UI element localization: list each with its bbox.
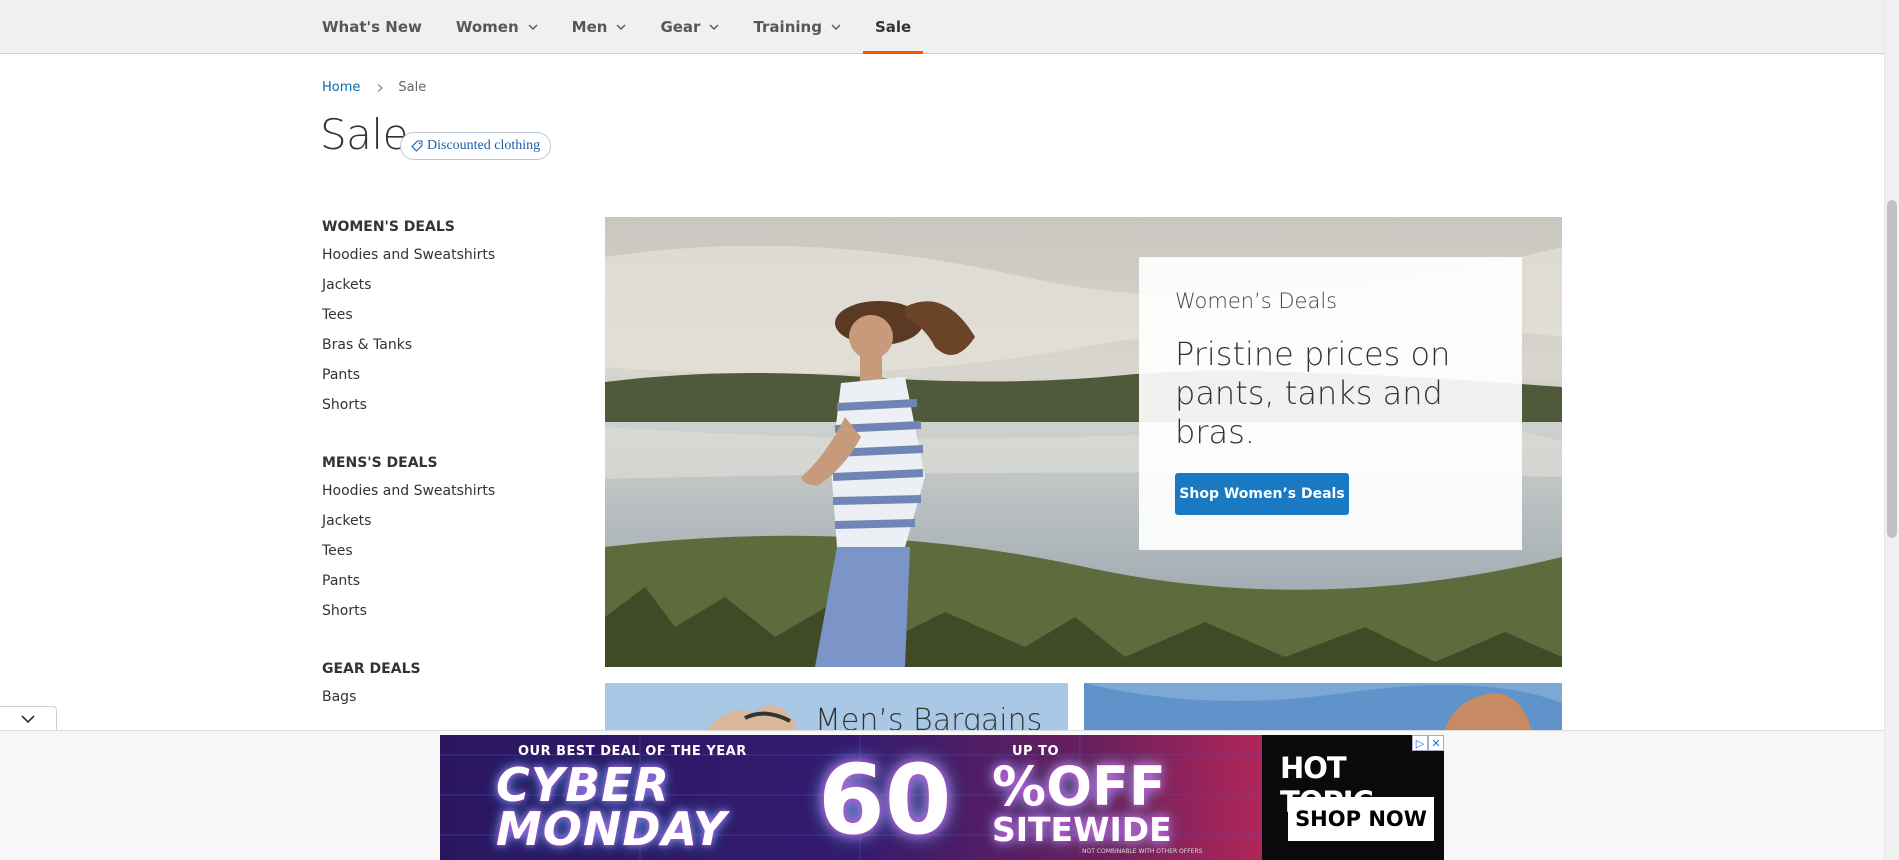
ad-controls: ▷ ✕ <box>1412 735 1444 751</box>
sidebar-link-mens-hoodies-and-sweatshirts[interactable]: Hoodies and Sweatshirts <box>322 476 572 506</box>
nav-item-label: Gear <box>660 18 701 36</box>
gear-deals-heading: GEAR DEALS <box>322 661 421 677</box>
chevron-down-icon <box>616 24 626 30</box>
ad-info-icon[interactable]: ▷ <box>1412 735 1428 751</box>
breadcrumb: Home Sale <box>322 80 426 95</box>
discount-tag[interactable]: Discounted clothing <box>400 132 552 160</box>
ad-monday-text: MONDAY <box>496 802 728 856</box>
mens-bargains-tile[interactable]: Men’s Bargains <box>605 683 1068 733</box>
cyber-monday-ad[interactable]: OUR BEST DEAL OF THE YEAR CYBER MONDAY U… <box>440 735 1444 860</box>
discount-tag-label: Discounted clothing <box>427 138 541 153</box>
shop-womens-deals-button[interactable]: Shop Women’s Deals <box>1175 473 1349 515</box>
top-navigation: What's New Women Men Gear Training Sale <box>0 0 1884 54</box>
tag-icon <box>411 140 423 152</box>
sidebar-link-womens-hoodies-and-sweatshirts[interactable]: Hoodies and Sweatshirts <box>322 240 572 270</box>
womens-deals-group: WOMEN'S DEALS Hoodies and Sweatshirts Jac… <box>322 214 572 420</box>
womens-deals-heading: WOMEN'S DEALS <box>322 219 455 235</box>
nav-item-label: Sale <box>874 18 912 36</box>
promo-eyebrow: Women’s Deals <box>1175 289 1338 313</box>
scrollbar-thumb[interactable] <box>1887 200 1897 538</box>
page-scrollbar[interactable] <box>1884 0 1899 860</box>
breadcrumb-home-link[interactable]: Home <box>322 80 360 95</box>
breadcrumb-current: Sale <box>398 80 427 95</box>
ad-sitewide: SITEWIDE <box>992 810 1172 849</box>
nav-item-label: Men <box>571 18 608 36</box>
ad-close-icon[interactable]: ✕ <box>1428 735 1444 751</box>
chevron-down-icon <box>528 24 538 30</box>
mens-deals-group: MENS'S DEALS Hoodies and Sweatshirts Jack… <box>322 450 572 626</box>
sidebar-link-womens-bras-tanks[interactable]: Bras & Tanks <box>322 330 572 360</box>
chevron-down-icon <box>21 715 35 724</box>
ad-fine-print: NOT COMBINABLE WITH OTHER OFFERS <box>1082 848 1203 855</box>
promo-tile-right[interactable] <box>1084 683 1562 733</box>
ad-percent-off: %OFF <box>992 755 1166 818</box>
sky-photo <box>1084 683 1562 733</box>
collapse-ad-button[interactable] <box>0 706 57 732</box>
sidebar-link-mens-shorts[interactable]: Shorts <box>322 596 572 626</box>
nav-menu: What's New Women Men Gear Training Sale <box>322 0 945 54</box>
sidebar-link-gear-bags[interactable]: Bags <box>322 682 572 712</box>
nav-item-training[interactable]: Training <box>753 0 841 54</box>
promo-card: Women’s Deals Pristine prices on pants, … <box>1139 257 1522 550</box>
sidebar-link-mens-tees[interactable]: Tees <box>322 536 572 566</box>
ad-cyber-monday: CYBER MONDAY <box>496 758 728 856</box>
sidebar-link-womens-tees[interactable]: Tees <box>322 300 572 330</box>
gear-deals-group: GEAR DEALS Bags <box>322 656 572 712</box>
promo-headline: Pristine prices on pants, tanks and bras… <box>1175 335 1451 451</box>
chevron-down-icon <box>709 24 719 30</box>
nav-item-what-s-new[interactable]: What's New <box>322 0 422 54</box>
sidebar-link-womens-shorts[interactable]: Shorts <box>322 390 572 420</box>
nav-item-sale[interactable]: Sale <box>862 0 924 54</box>
ad-cyber-text: CYBER <box>496 758 670 812</box>
nav-item-label: What's New <box>322 18 422 36</box>
ad-sixty: 60 <box>818 744 952 856</box>
sidebar-link-womens-pants[interactable]: Pants <box>322 360 572 390</box>
nav-item-women[interactable]: Women <box>456 0 538 54</box>
nav-item-label: Training <box>753 18 822 36</box>
sidebar-link-mens-pants[interactable]: Pants <box>322 566 572 596</box>
chevron-down-icon <box>831 24 841 30</box>
ad-shop-now-button[interactable]: SHOP NOW <box>1288 797 1434 841</box>
nav-item-gear[interactable]: Gear <box>660 0 719 54</box>
chevron-right-icon <box>377 83 384 92</box>
nav-item-label: Women <box>455 18 519 36</box>
womens-deals-banner[interactable]: Women’s Deals Pristine prices on pants, … <box>605 217 1562 667</box>
nav-item-men[interactable]: Men <box>572 0 627 54</box>
sidebar-link-womens-jackets[interactable]: Jackets <box>322 270 572 300</box>
page-title: Sale <box>320 110 408 159</box>
sidebar: WOMEN'S DEALS Hoodies and Sweatshirts Jac… <box>322 214 572 742</box>
mens-bargains-label: Men’s Bargains <box>815 703 1043 733</box>
mens-deals-heading: MENS'S DEALS <box>322 455 438 471</box>
sidebar-link-mens-jackets[interactable]: Jackets <box>322 506 572 536</box>
ad-tagline: OUR BEST DEAL OF THE YEAR <box>518 744 747 759</box>
